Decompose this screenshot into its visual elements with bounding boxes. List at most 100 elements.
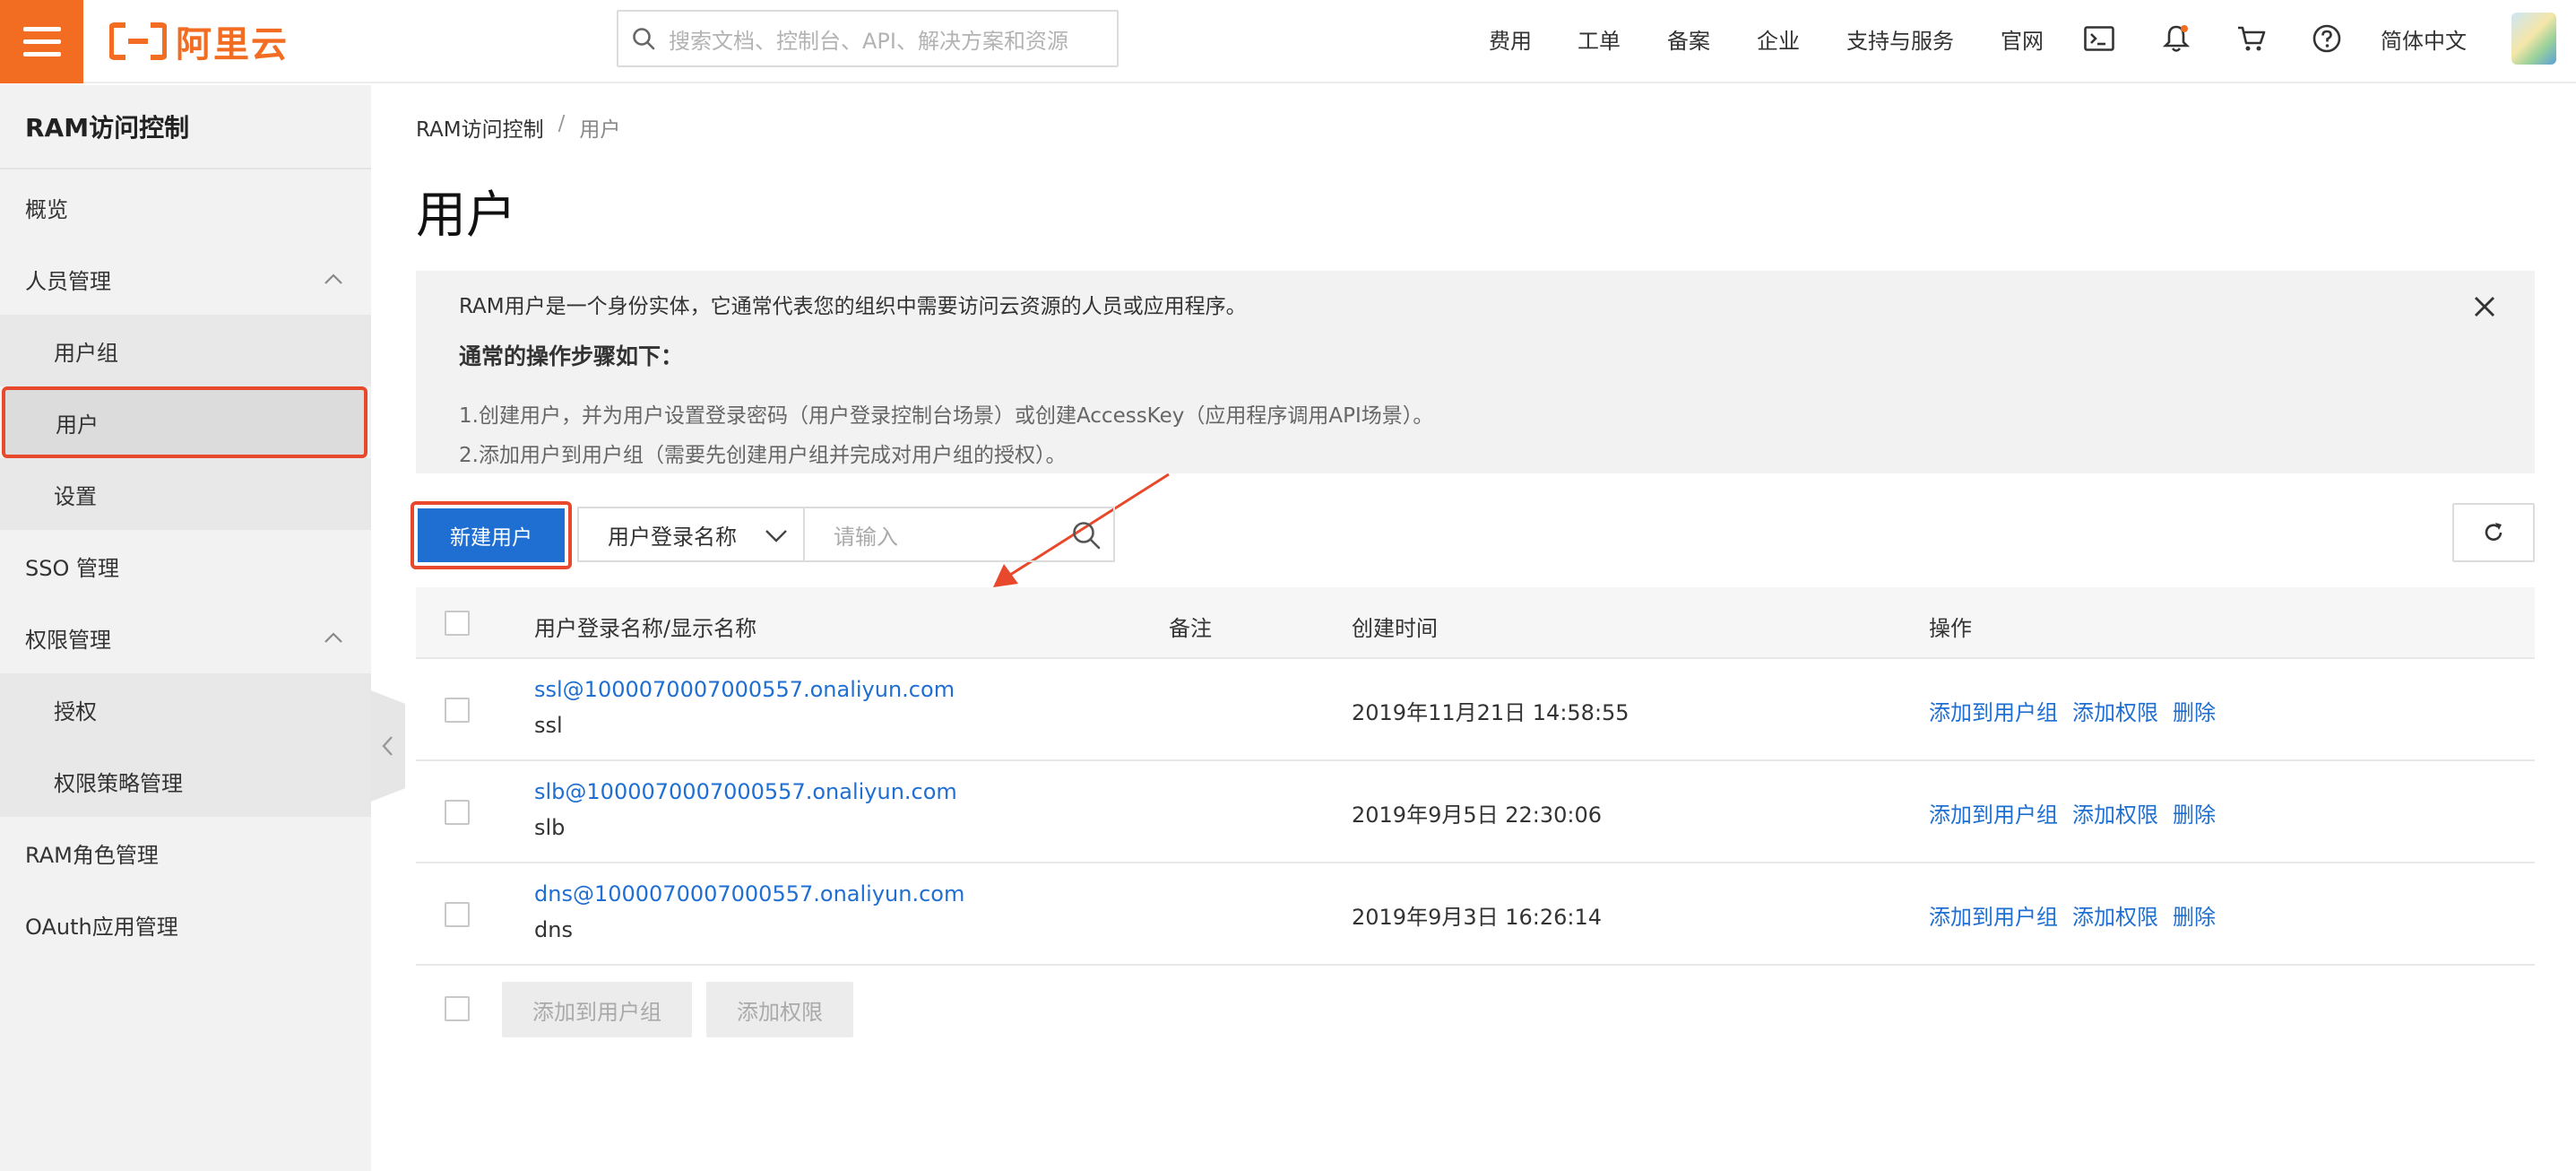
breadcrumb-root[interactable]: RAM访问控制 — [416, 112, 544, 143]
add-permission-link[interactable]: 添加权限 — [2072, 695, 2158, 726]
sidebar-group-identity[interactable]: 人员管理 — [0, 243, 371, 315]
logo-text: 阿里云 — [176, 24, 289, 65]
created-time: 2019年9月5日 22:30:06 — [1352, 802, 1603, 828]
toolbar: 新建用户 用户登录名称 请输入 — [411, 501, 2535, 571]
add-to-group-link[interactable]: 添加到用户组 — [1929, 899, 2058, 931]
sidebar-item-ram-roles[interactable]: RAM角色管理 — [0, 817, 371, 889]
breadcrumb: RAM访问控制 / 用户 — [416, 112, 620, 143]
add-to-group-link[interactable]: 添加到用户组 — [1929, 797, 2058, 828]
sidebar-item-oauth-apps[interactable]: OAuth应用管理 — [0, 889, 371, 960]
table-row: ssl@1000070007000557.onaliyun.com ssl 20… — [416, 659, 2535, 761]
user-login-link[interactable]: slb@1000070007000557.onaliyun.com — [534, 779, 957, 804]
sidebar-item-label: SSO 管理 — [25, 555, 119, 581]
sidebar-item-label: 概览 — [25, 196, 68, 222]
column-header: 操作 — [1929, 616, 1972, 641]
nav-official-site[interactable]: 官网 — [2001, 0, 2044, 77]
refresh-icon — [2485, 523, 2503, 541]
select-all-checkbox[interactable] — [445, 996, 470, 1021]
column-header: 备注 — [1169, 616, 1212, 641]
nav-tickets[interactable]: 工单 — [1578, 0, 1621, 77]
page-title: 用户 — [416, 186, 516, 245]
row-checkbox[interactable] — [445, 800, 470, 825]
user-display-name: slb — [534, 815, 566, 840]
search-icon — [618, 12, 669, 65]
bulk-add-permission-button[interactable]: 添加权限 — [706, 982, 853, 1037]
sidebar-item-label: 权限策略管理 — [54, 770, 183, 796]
table-footer: 添加到用户组 添加权限 — [416, 966, 2535, 1055]
sidebar-item-label: OAuth应用管理 — [25, 914, 178, 940]
user-avatar[interactable] — [2511, 0, 2556, 77]
select-value: 用户登录名称 — [608, 524, 737, 550]
sidebar-item-policies[interactable]: 权限策略管理 — [0, 745, 371, 817]
table-header: 用户登录名称/显示名称 备注 创建时间 操作 — [416, 587, 2535, 659]
breadcrumb-current: 用户 — [579, 118, 621, 142]
sidebar-item-overview[interactable]: 概览 — [0, 171, 371, 243]
sidebar-item-label: 用户组 — [54, 340, 118, 366]
sidebar-group-permissions[interactable]: 权限管理 — [0, 602, 371, 673]
sidebar-item-grants[interactable]: 授权 — [0, 673, 371, 745]
delete-link[interactable]: 删除 — [2173, 797, 2216, 828]
sidebar-item-label: 权限管理 — [25, 627, 111, 653]
sidebar-title: RAM访问控制 — [0, 85, 371, 169]
add-to-group-link[interactable]: 添加到用户组 — [1929, 695, 2058, 726]
info-heading: 通常的操作步骤如下： — [459, 343, 684, 369]
nav-enterprise[interactable]: 企业 — [1757, 0, 1800, 77]
user-login-link[interactable]: dns@1000070007000557.onaliyun.com — [534, 881, 964, 906]
chevron-up-icon — [324, 273, 342, 284]
user-search-input[interactable]: 请输入 — [803, 507, 1115, 562]
sidebar-item-label: RAM角色管理 — [25, 842, 159, 868]
aliyun-logo[interactable]: 阿里云 — [109, 20, 289, 65]
sidebar-item-settings[interactable]: 设置 — [0, 458, 371, 530]
menu-button[interactable] — [0, 0, 83, 83]
chevron-down-icon — [765, 530, 787, 542]
language-switch[interactable]: 简体中文 — [2381, 0, 2467, 77]
bell-icon[interactable] — [2158, 0, 2194, 77]
top-nav: 费用 工单 备案 企业 支持与服务 官网 简体中文 — [1489, 0, 2576, 77]
close-icon[interactable] — [2468, 291, 2501, 323]
top-bar: 阿里云 搜索文档、控制台、API、解决方案和资源 费用 工单 备案 企业 支持与… — [0, 0, 2576, 83]
bulk-add-to-group-button[interactable]: 添加到用户组 — [502, 982, 692, 1037]
created-time: 2019年9月3日 16:26:14 — [1352, 905, 1603, 930]
info-step: 2.添加用户到用户组（需要先创建用户组并完成对用户组的授权）。 — [459, 444, 1067, 467]
add-permission-link[interactable]: 添加权限 — [2072, 797, 2158, 828]
terminal-icon[interactable] — [2081, 0, 2117, 77]
delete-link[interactable]: 删除 — [2173, 695, 2216, 726]
help-icon[interactable] — [2309, 0, 2345, 77]
new-user-button[interactable]: 新建用户 — [418, 508, 565, 562]
user-display-name: ssl — [534, 713, 563, 738]
row-checkbox[interactable] — [445, 698, 470, 723]
user-login-link[interactable]: ssl@1000070007000557.onaliyun.com — [534, 677, 955, 702]
row-checkbox[interactable] — [445, 902, 470, 927]
search-field-select[interactable]: 用户登录名称 — [577, 507, 805, 562]
sidebar-item-sso[interactable]: SSO 管理 — [0, 530, 371, 602]
input-placeholder: 请输入 — [834, 524, 898, 550]
info-panel: RAM用户是一个身份实体，它通常代表您的组织中需要访问云资源的人员或应用程序。 … — [416, 271, 2535, 473]
delete-link[interactable]: 删除 — [2173, 899, 2216, 931]
aliyun-logo-mark-icon — [109, 22, 167, 60]
sidebar: RAM访问控制 概览 人员管理 用户组 用户 设置 SSO 管理 权限管理 授权… — [0, 85, 371, 1171]
users-table: 用户登录名称/显示名称 备注 创建时间 操作 ssl@1000070007000… — [416, 587, 2535, 1055]
sidebar-item-user-groups[interactable]: 用户组 — [0, 315, 371, 386]
column-header: 用户登录名称/显示名称 — [534, 616, 757, 641]
created-time: 2019年11月21日 14:58:55 — [1352, 700, 1629, 725]
table-row: slb@1000070007000557.onaliyun.com slb 20… — [416, 761, 2535, 863]
info-description: RAM用户是一个身份实体，它通常代表您的组织中需要访问云资源的人员或应用程序。 — [459, 295, 1247, 318]
add-permission-link[interactable]: 添加权限 — [2072, 899, 2158, 931]
chevron-up-icon — [324, 632, 342, 643]
breadcrumb-separator: / — [558, 112, 566, 135]
nav-icp-filing[interactable]: 备案 — [1667, 0, 1710, 77]
search-icon[interactable] — [1070, 519, 1102, 551]
avatar — [2511, 13, 2556, 65]
sidebar-item-label: 授权 — [54, 698, 97, 724]
info-step: 1.创建用户，并为用户设置登录密码（用户登录控制台场景）或创建AccessKey… — [459, 404, 1434, 428]
global-search-input[interactable]: 搜索文档、控制台、API、解决方案和资源 — [617, 10, 1119, 67]
new-user-button-highlight: 新建用户 — [411, 501, 572, 569]
sidebar-item-users[interactable]: 用户 — [2, 386, 367, 458]
cart-icon[interactable] — [2234, 0, 2269, 77]
sidebar-collapse-handle[interactable] — [371, 690, 405, 802]
refresh-button[interactable] — [2452, 503, 2535, 562]
nav-billing[interactable]: 费用 — [1489, 0, 1532, 77]
select-all-checkbox[interactable] — [445, 611, 470, 636]
nav-support[interactable]: 支持与服务 — [1846, 0, 1954, 77]
hamburger-icon — [22, 27, 61, 31]
